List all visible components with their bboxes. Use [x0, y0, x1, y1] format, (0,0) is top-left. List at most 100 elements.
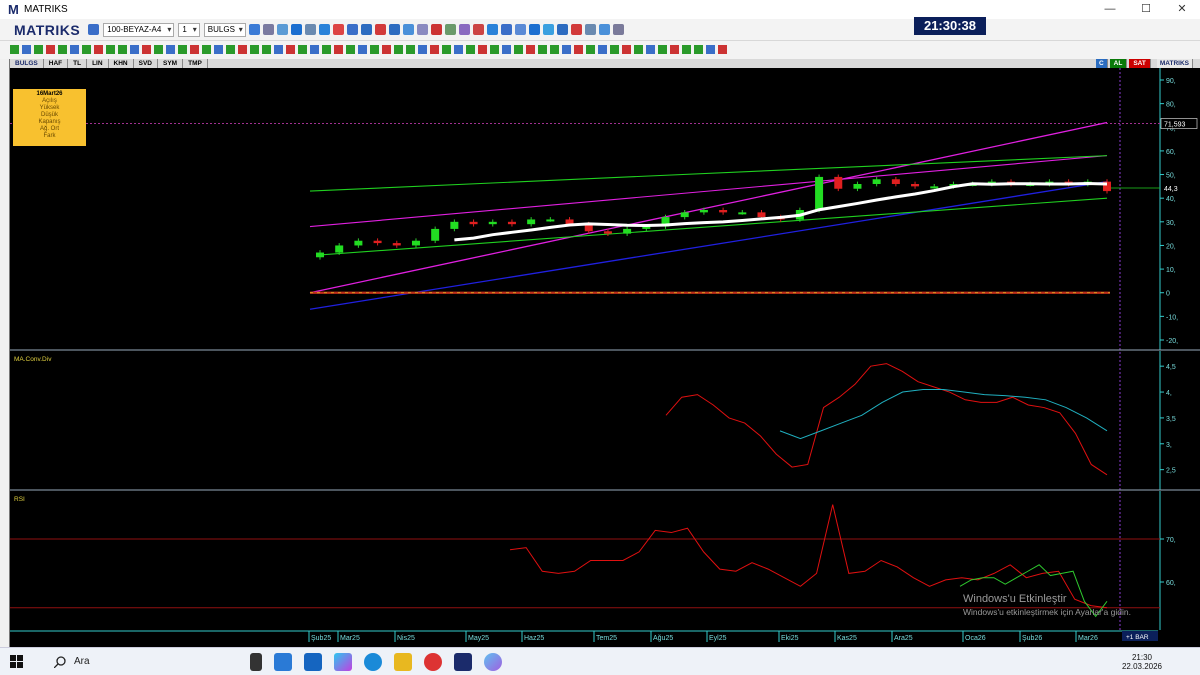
- draw-tool-icon[interactable]: [130, 45, 139, 54]
- draw-tool-icon[interactable]: [466, 45, 475, 54]
- draw-tool-icon[interactable]: [586, 45, 595, 54]
- settings-icon[interactable]: [612, 24, 624, 35]
- find-icon[interactable]: [528, 24, 540, 35]
- c-button[interactable]: C: [1095, 59, 1108, 68]
- font-color-icon[interactable]: [374, 24, 386, 35]
- tab-sym[interactable]: SYM: [158, 59, 184, 68]
- tab-svd[interactable]: SVD: [134, 59, 159, 68]
- draw-tool-icon[interactable]: [70, 45, 79, 54]
- draw-tool-icon[interactable]: [322, 45, 331, 54]
- copilot-icon[interactable]: [334, 652, 352, 671]
- draw-tool-icon[interactable]: [682, 45, 691, 54]
- draw-tool-icon[interactable]: [454, 45, 463, 54]
- draw-tool-icon[interactable]: [94, 45, 103, 54]
- close-button[interactable]: ✕: [1164, 0, 1200, 19]
- draw-tool-icon[interactable]: [646, 45, 655, 54]
- alert-icon[interactable]: [332, 24, 344, 35]
- portfolio-icon[interactable]: [472, 24, 484, 35]
- tab-khn[interactable]: KHN: [109, 59, 134, 68]
- draw-tool-icon[interactable]: [238, 45, 247, 54]
- minimize-button[interactable]: —: [1092, 0, 1128, 19]
- draw-tool-icon[interactable]: [442, 45, 451, 54]
- draw-tool-icon[interactable]: [538, 45, 547, 54]
- help-icon[interactable]: [402, 24, 414, 35]
- draw-tool-icon[interactable]: [46, 45, 55, 54]
- draw-tool-icon[interactable]: [526, 45, 535, 54]
- tab-lin[interactable]: LIN: [87, 59, 109, 68]
- tab-haf[interactable]: HAF: [44, 59, 69, 68]
- draw-tool-icon[interactable]: [106, 45, 115, 54]
- draw-tool-icon[interactable]: [394, 45, 403, 54]
- drawing-tools-strip[interactable]: [0, 41, 740, 59]
- mail-icon[interactable]: [430, 24, 442, 35]
- draw-tool-icon[interactable]: [190, 45, 199, 54]
- template-select[interactable]: 100-BEYAZ-A4: [103, 22, 175, 37]
- calendar-icon[interactable]: [500, 24, 512, 35]
- maximize-button[interactable]: ☐: [1128, 0, 1164, 19]
- email-icon[interactable]: [598, 24, 610, 35]
- draw-tool-icon[interactable]: [670, 45, 679, 54]
- draw-tool-icon[interactable]: [562, 45, 571, 54]
- task-view-icon[interactable]: [250, 652, 262, 671]
- monitor-icon[interactable]: [304, 24, 316, 35]
- draw-tool-icon[interactable]: [430, 45, 439, 54]
- buy-button[interactable]: AL: [1109, 59, 1128, 68]
- matriks-taskbar-icon[interactable]: [454, 652, 472, 671]
- globe-icon[interactable]: [318, 24, 330, 35]
- v-icon[interactable]: [556, 24, 568, 35]
- store-icon[interactable]: [274, 652, 292, 671]
- bold-icon[interactable]: [360, 24, 372, 35]
- draw-tool-icon[interactable]: [598, 45, 607, 54]
- draw-tool-icon[interactable]: [286, 45, 295, 54]
- draw-tool-icon[interactable]: [382, 45, 391, 54]
- draw-tool-icon[interactable]: [214, 45, 223, 54]
- draw-tool-icon[interactable]: [178, 45, 187, 54]
- draw-tool-icon[interactable]: [358, 45, 367, 54]
- symbol-select[interactable]: BULGS: [203, 22, 246, 37]
- system-tray-clock[interactable]: 21:30 22.03.2026: [1122, 648, 1162, 675]
- draw-tool-icon[interactable]: [610, 45, 619, 54]
- draw-tool-icon[interactable]: [250, 45, 259, 54]
- draw-tool-icon[interactable]: [310, 45, 319, 54]
- news-icon[interactable]: [486, 24, 498, 35]
- chart-type-icon[interactable]: [276, 24, 288, 35]
- draw-tool-icon[interactable]: [58, 45, 67, 54]
- draw-tool-icon[interactable]: [502, 45, 511, 54]
- tab-tmp[interactable]: TMP: [183, 59, 208, 68]
- draw-tool-icon[interactable]: [370, 45, 379, 54]
- twitter-icon[interactable]: [542, 24, 554, 35]
- draw-tool-icon[interactable]: [706, 45, 715, 54]
- window-icon[interactable]: [584, 24, 596, 35]
- screen-icon[interactable]: [514, 24, 526, 35]
- file-explorer-icon[interactable]: [394, 652, 412, 671]
- draw-tool-icon[interactable]: [274, 45, 283, 54]
- draw-tool-icon[interactable]: [658, 45, 667, 54]
- formula-icon[interactable]: [458, 24, 470, 35]
- draw-tool-icon[interactable]: [142, 45, 151, 54]
- draw-tool-icon[interactable]: [298, 45, 307, 54]
- draw-tool-icon[interactable]: [10, 45, 19, 54]
- outlook-icon[interactable]: [304, 652, 322, 671]
- table-icon[interactable]: [346, 24, 358, 35]
- draw-tool-icon[interactable]: [154, 45, 163, 54]
- draw-tool-icon[interactable]: [82, 45, 91, 54]
- sell-button[interactable]: SAT: [1129, 59, 1151, 68]
- draw-tool-icon[interactable]: [166, 45, 175, 54]
- draw-tool-icon[interactable]: [334, 45, 343, 54]
- draw-tool-icon[interactable]: [718, 45, 727, 54]
- draw-tool-icon[interactable]: [406, 45, 415, 54]
- indicator-icon[interactable]: [444, 24, 456, 35]
- chrome-icon[interactable]: [424, 652, 442, 671]
- draw-tool-icon[interactable]: [418, 45, 427, 54]
- draw-tool-icon[interactable]: [490, 45, 499, 54]
- draw-tool-icon[interactable]: [262, 45, 271, 54]
- edge-icon[interactable]: [364, 652, 382, 671]
- search-icon[interactable]: [248, 24, 260, 35]
- draw-tool-icon[interactable]: [202, 45, 211, 54]
- draw-tool-icon[interactable]: [694, 45, 703, 54]
- draw-tool-icon[interactable]: [622, 45, 631, 54]
- underline-icon[interactable]: [388, 24, 400, 35]
- tab-tl[interactable]: TL: [68, 59, 88, 68]
- taskbar-search[interactable]: Ara: [54, 651, 224, 673]
- layout-icon[interactable]: [570, 24, 582, 35]
